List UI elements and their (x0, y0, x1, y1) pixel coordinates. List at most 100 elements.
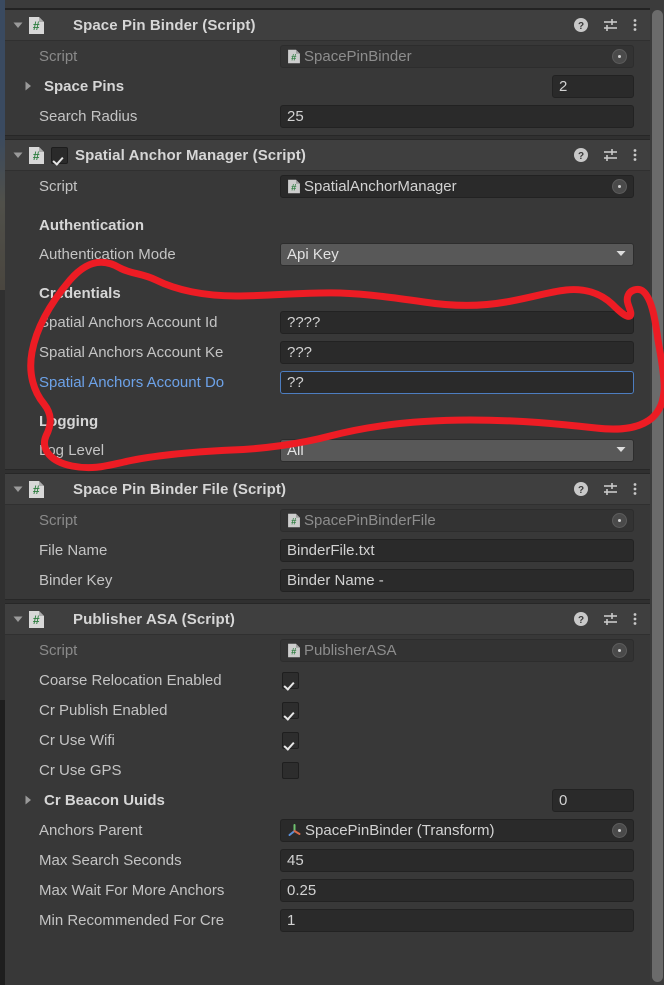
object-reference-value: SpatialAnchorManager (304, 177, 457, 195)
component-properties: Script # SpacePinBinderFile File Name Binder… (5, 505, 650, 599)
property-label: Max Wait For More Anchors (39, 881, 225, 899)
checkbox-toggle[interactable] (282, 761, 299, 779)
text-input-field[interactable]: 45 (280, 848, 634, 872)
property-label: Cr Publish Enabled (39, 701, 168, 719)
component-title: Space Pin Binder File (Script) (73, 480, 287, 498)
component-header[interactable]: # Spatial Anchor Manager (Script)? (5, 140, 650, 171)
component-header[interactable]: # Space Pin Binder File (Script)? (5, 474, 650, 505)
svg-text:?: ? (578, 151, 584, 162)
svg-text:#: # (291, 516, 297, 527)
preset-settings-icon[interactable] (602, 611, 619, 627)
component-enable-toggle[interactable] (51, 146, 68, 164)
help-icon[interactable]: ? (573, 147, 589, 163)
text-input-field[interactable]: 1 (280, 908, 634, 932)
text-input-field[interactable]: ??? (280, 340, 634, 364)
text-input-field[interactable]: ?? (280, 370, 634, 394)
property-row-dropdown: Log Level All (5, 435, 650, 465)
text-input-field[interactable]: 0.25 (280, 878, 634, 902)
csharp-script-icon: # (287, 513, 301, 528)
chevron-down-icon[interactable] (10, 17, 26, 33)
svg-text:?: ? (578, 485, 584, 496)
more-options-icon[interactable] (632, 147, 638, 163)
csharp-script-icon: # (28, 610, 45, 629)
section-header: Logging (39, 412, 99, 430)
chevron-down-icon[interactable] (10, 611, 26, 627)
object-picker-icon[interactable] (612, 822, 627, 838)
property-label: Script (39, 641, 78, 659)
property-label: File Name (39, 541, 108, 559)
property-row-text: Search Radius 25 (5, 101, 650, 131)
object-picker-icon[interactable] (612, 48, 627, 64)
property-label[interactable]: Cr Beacon Uuids (10, 792, 280, 809)
text-input-field[interactable]: Binder Name - (280, 568, 634, 592)
object-reference-field[interactable]: # SpatialAnchorManager (280, 174, 634, 198)
row-spacer (5, 269, 650, 279)
property-label: Script (39, 511, 78, 529)
property-row-text: Spatial Anchors Account Ke??? (5, 337, 650, 367)
dropdown-select[interactable]: All (280, 438, 634, 462)
property-label: Cr Use GPS (39, 761, 122, 779)
text-input-value: 1 (287, 911, 296, 929)
svg-text:#: # (291, 646, 297, 657)
inspector-scrollbar[interactable] (650, 8, 664, 985)
svg-text:?: ? (578, 21, 584, 32)
component-header-actions: ? (573, 481, 650, 497)
preset-settings-icon[interactable] (602, 147, 619, 163)
object-reference-field[interactable]: SpacePinBinder (Transform) (280, 818, 634, 842)
property-label[interactable]: Space Pins (10, 78, 280, 95)
array-size-field[interactable]: 2 (552, 74, 634, 98)
text-input-value: 25 (287, 107, 304, 125)
more-options-icon[interactable] (632, 611, 638, 627)
checkbox-toggle[interactable] (282, 731, 299, 749)
chevron-right-icon[interactable] (20, 78, 36, 94)
csharp-script-icon: # (287, 643, 301, 658)
text-input-field[interactable]: BinderFile.txt (280, 538, 634, 562)
dropdown-select[interactable]: Api Key (280, 242, 634, 266)
scrollbar-thumb[interactable] (652, 10, 663, 982)
text-input-value: ?? (287, 373, 304, 391)
object-reference-field: # SpacePinBinderFile (280, 508, 634, 532)
property-row-object-reference: Anchors Parent SpacePinBinder (Transform) (5, 815, 650, 845)
component-header[interactable]: # Publisher ASA (Script)? (5, 604, 650, 635)
array-size-field[interactable]: 0 (552, 788, 634, 812)
property-row-checkbox: Cr Use Wifi (5, 725, 650, 755)
property-row-array: Space Pins 2 (5, 71, 650, 101)
text-input-value: 45 (287, 851, 304, 869)
more-options-icon[interactable] (632, 17, 638, 33)
preset-settings-icon[interactable] (602, 481, 619, 497)
row-spacer (5, 201, 650, 211)
property-label: Spatial Anchors Account Do (39, 373, 225, 391)
property-row-dropdown: Authentication Mode Api Key (5, 239, 650, 269)
help-icon[interactable]: ? (573, 17, 589, 33)
component-properties: Script # PublisherASA Coarse Relocation Ena… (5, 635, 650, 939)
object-picker-icon[interactable] (612, 642, 627, 658)
checkbox-toggle[interactable] (282, 671, 299, 689)
left-edge-shadow (0, 700, 5, 985)
text-input-value: ???? (287, 313, 321, 331)
component-header[interactable]: # Space Pin Binder (Script)? (5, 10, 650, 41)
property-row-text: File Name BinderFile.txt (5, 535, 650, 565)
chevron-down-icon[interactable] (10, 481, 26, 497)
section-header: Authentication (39, 216, 144, 234)
property-row-object-reference: Script # PublisherASA (5, 635, 650, 665)
component-properties: Script # SpatialAnchorManager Authenticatio… (5, 171, 650, 469)
component-title: Space Pin Binder (Script) (73, 16, 256, 34)
text-input-field[interactable]: 25 (280, 104, 634, 128)
csharp-script-icon: # (287, 179, 301, 194)
csharp-script-icon: # (28, 480, 45, 499)
property-label: Search Radius (39, 107, 138, 125)
help-icon[interactable]: ? (573, 611, 589, 627)
chevron-right-icon[interactable] (20, 792, 36, 808)
object-picker-icon[interactable] (612, 178, 627, 194)
property-row-text: Spatial Anchors Account Do?? (5, 367, 650, 397)
help-icon[interactable]: ? (573, 481, 589, 497)
object-reference-value: PublisherASA (304, 641, 397, 659)
preset-settings-icon[interactable] (602, 17, 619, 33)
component-properties: Script # SpacePinBinder Space Pins 2 Search R… (5, 41, 650, 135)
checkbox-toggle[interactable] (282, 701, 299, 719)
more-options-icon[interactable] (632, 481, 638, 497)
dropdown-value: Api Key (287, 245, 339, 263)
object-picker-icon[interactable] (612, 512, 627, 528)
text-input-field[interactable]: ???? (280, 310, 634, 334)
chevron-down-icon[interactable] (10, 147, 26, 163)
